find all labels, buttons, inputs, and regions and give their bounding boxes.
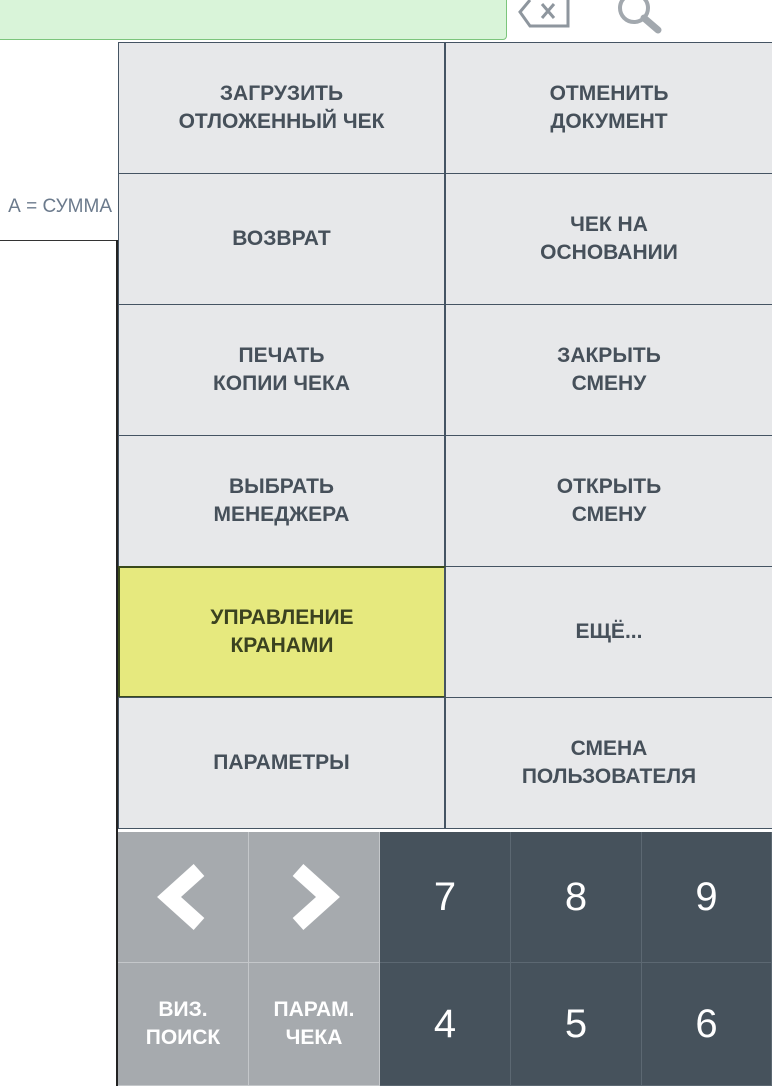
- chevron-right-icon: [292, 864, 340, 930]
- more-button[interactable]: ЕЩЁ...: [446, 566, 772, 698]
- search-icon[interactable]: [612, 0, 668, 34]
- receipt-based-on-button[interactable]: ЧЕК НА ОСНОВАНИИ: [446, 173, 772, 305]
- select-manager-button[interactable]: ВЫБРАТЬ МЕНЕДЖЕРА: [118, 435, 446, 567]
- digit-5-key[interactable]: 5: [511, 963, 642, 1086]
- prev-page-button[interactable]: [118, 832, 249, 963]
- open-shift-button[interactable]: ОТКРЫТЬ СМЕНУ: [446, 435, 772, 567]
- digit-4-key[interactable]: 4: [380, 963, 511, 1086]
- next-page-button[interactable]: [249, 832, 380, 963]
- keypad: 7 8 9 ВИЗ. ПОИСК ПАРАМ. ЧЕКА 4 5 6: [118, 832, 772, 1086]
- digit-9-key[interactable]: 9: [642, 832, 772, 963]
- tap-control-button[interactable]: УПРАВЛЕНИЕ КРАНАМИ: [118, 566, 446, 698]
- function-menu: ЗАГРУЗИТЬ ОТЛОЖЕННЫЙ ЧЕК ОТМЕНИТЬ ДОКУМЕ…: [118, 42, 772, 829]
- receipt-params-button[interactable]: ПАРАМ. ЧЕКА: [249, 963, 380, 1086]
- digit-8-key[interactable]: 8: [511, 832, 642, 963]
- digit-6-key[interactable]: 6: [642, 963, 772, 1086]
- visual-search-button[interactable]: ВИЗ. ПОИСК: [118, 963, 249, 1086]
- change-user-button[interactable]: СМЕНА ПОЛЬЗОВАТЕЛЯ: [446, 697, 772, 829]
- search-input[interactable]: [0, 0, 507, 40]
- divider: [0, 240, 118, 241]
- cancel-document-button[interactable]: ОТМЕНИТЬ ДОКУМЕНТ: [446, 42, 772, 174]
- chevron-left-icon: [157, 864, 205, 930]
- print-receipt-copy-button[interactable]: ПЕЧАТЬ КОПИИ ЧЕКА: [118, 304, 446, 436]
- load-deferred-receipt-button[interactable]: ЗАГРУЗИТЬ ОТЛОЖЕННЫЙ ЧЕК: [118, 42, 446, 174]
- parameters-button[interactable]: ПАРАМЕТРЫ: [118, 697, 446, 829]
- receipt-formula: А = СУММА: [8, 196, 112, 217]
- digit-7-key[interactable]: 7: [380, 832, 511, 963]
- close-shift-button[interactable]: ЗАКРЫТЬ СМЕНУ: [446, 304, 772, 436]
- backspace-icon[interactable]: [518, 0, 572, 30]
- return-button[interactable]: ВОЗВРАТ: [118, 173, 446, 305]
